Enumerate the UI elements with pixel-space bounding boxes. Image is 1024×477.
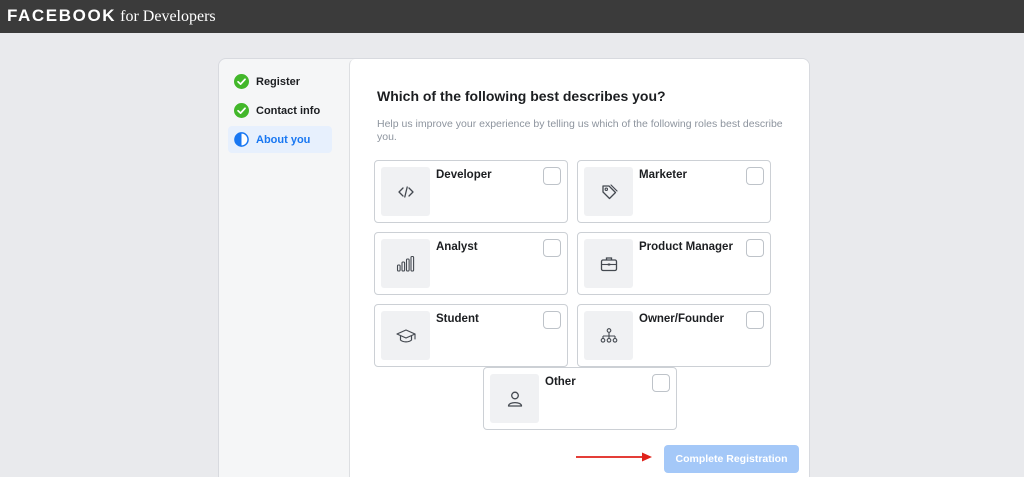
step-contact-info[interactable]: Contact info bbox=[228, 97, 332, 124]
role-option-developer[interactable]: Developer bbox=[374, 160, 568, 223]
role-icon-box bbox=[490, 374, 539, 423]
role-checkbox[interactable] bbox=[746, 311, 764, 329]
step-label: Contact info bbox=[256, 104, 321, 117]
role-icon-box bbox=[381, 167, 430, 216]
page-subtitle: Help us improve your experience by telli… bbox=[377, 118, 783, 143]
annotation-arrow-icon bbox=[576, 452, 652, 462]
step-label: Register bbox=[256, 75, 301, 88]
top-bar: FACEBOOK for Developers bbox=[0, 0, 1024, 33]
person-icon bbox=[507, 391, 522, 407]
registration-card: Register Contact info About you Which of… bbox=[218, 58, 810, 477]
role-icon-box bbox=[584, 239, 633, 288]
half-circle-icon bbox=[234, 132, 249, 147]
role-checkbox[interactable] bbox=[652, 374, 670, 392]
org-chart-icon bbox=[600, 327, 617, 343]
role-checkbox[interactable] bbox=[746, 239, 764, 257]
code-icon bbox=[397, 185, 414, 198]
bar-chart-icon bbox=[396, 255, 414, 272]
step-register[interactable]: Register bbox=[228, 68, 332, 95]
role-icon-box bbox=[381, 311, 430, 360]
role-checkbox[interactable] bbox=[543, 167, 561, 185]
role-option-product-manager[interactable]: Product Manager bbox=[577, 232, 771, 295]
role-checkbox[interactable] bbox=[543, 239, 561, 257]
brand-name: FACEBOOK bbox=[7, 6, 117, 25]
role-label: Owner/Founder bbox=[639, 313, 724, 325]
main-panel: Which of the following best describes yo… bbox=[349, 59, 809, 477]
graduation-cap-icon bbox=[395, 328, 416, 342]
role-icon-box bbox=[381, 239, 430, 288]
role-label: Student bbox=[436, 313, 479, 325]
role-option-student[interactable]: Student bbox=[374, 304, 568, 367]
role-label: Analyst bbox=[436, 241, 478, 253]
role-option-owner-founder[interactable]: Owner/Founder bbox=[577, 304, 771, 367]
role-icon-box bbox=[584, 167, 633, 216]
step-about-you[interactable]: About you bbox=[228, 126, 332, 153]
role-option-analyst[interactable]: Analyst bbox=[374, 232, 568, 295]
brand-logo[interactable]: FACEBOOK for Developers bbox=[7, 6, 216, 26]
check-circle-icon bbox=[234, 74, 249, 89]
steps-sidebar: Register Contact info About you bbox=[219, 59, 348, 477]
role-label: Marketer bbox=[639, 169, 687, 181]
role-label: Product Manager bbox=[639, 241, 733, 253]
role-checkbox[interactable] bbox=[543, 311, 561, 329]
role-label: Developer bbox=[436, 169, 492, 181]
role-icon-box bbox=[584, 311, 633, 360]
role-label: Other bbox=[545, 376, 576, 388]
check-circle-icon bbox=[234, 103, 249, 118]
page-title: Which of the following best describes yo… bbox=[377, 88, 666, 104]
brand-suffix: for Developers bbox=[120, 8, 216, 25]
tag-icon bbox=[601, 183, 618, 199]
role-option-marketer[interactable]: Marketer bbox=[577, 160, 771, 223]
role-checkbox[interactable] bbox=[746, 167, 764, 185]
briefcase-icon bbox=[600, 256, 617, 271]
step-label: About you bbox=[256, 133, 311, 146]
complete-registration-button[interactable]: Complete Registration bbox=[664, 445, 799, 473]
role-option-other[interactable]: Other bbox=[483, 367, 677, 430]
